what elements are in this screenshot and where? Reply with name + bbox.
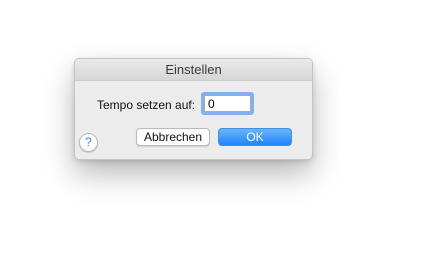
tempo-label: Tempo setzen auf:: [97, 98, 196, 112]
settings-dialog: Einstellen Tempo setzen auf: ? Abbrechen…: [74, 58, 313, 160]
question-mark-icon: ?: [85, 135, 92, 149]
ok-button[interactable]: OK: [218, 128, 292, 146]
dialog-title: Einstellen: [75, 59, 312, 81]
cancel-button[interactable]: Abbrechen: [136, 128, 210, 146]
tempo-input[interactable]: [204, 95, 251, 112]
help-button[interactable]: ?: [79, 133, 98, 152]
